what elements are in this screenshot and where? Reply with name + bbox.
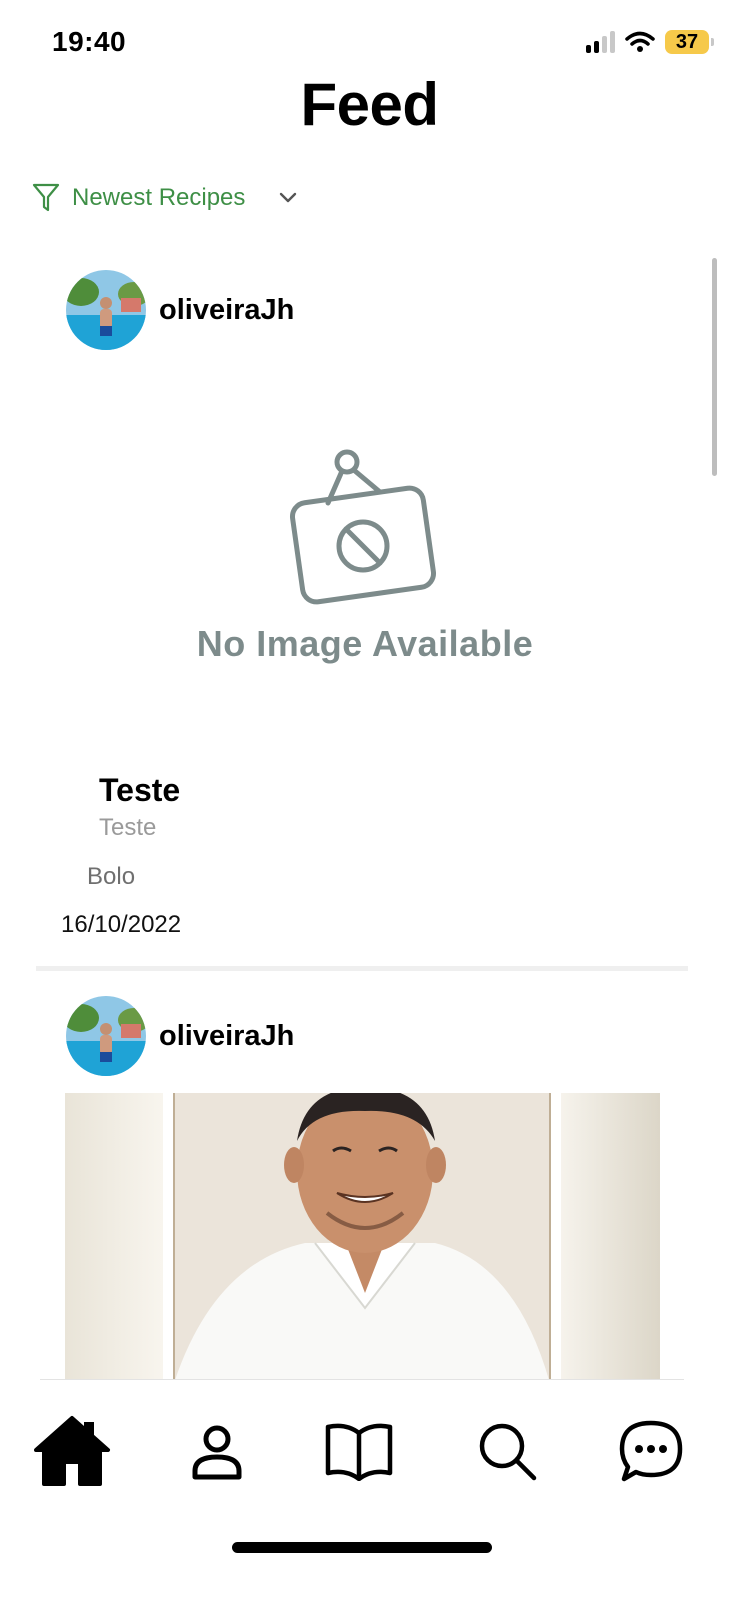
- cellular-signal-icon: [586, 31, 615, 53]
- no-image-text: No Image Available: [196, 623, 534, 664]
- tab-chat[interactable]: [606, 1406, 696, 1496]
- profile-icon: [192, 1425, 242, 1480]
- tab-profile[interactable]: [172, 1406, 262, 1496]
- search-icon: [479, 1423, 537, 1481]
- page-title: Feed: [300, 71, 439, 138]
- username[interactable]: oliveiraJh: [159, 1020, 294, 1053]
- tab-search[interactable]: [462, 1406, 552, 1496]
- post-divider: [36, 966, 688, 971]
- recipe-date: 16/10/2022: [61, 911, 182, 938]
- wifi-icon: [625, 31, 655, 52]
- home-icon: [34, 1416, 110, 1486]
- no-image-placeholder: No Image Available: [180, 445, 550, 685]
- post-author[interactable]: oliveiraJh: [66, 996, 294, 1076]
- tab-bar: [0, 1406, 739, 1496]
- post-author[interactable]: oliveiraJh: [66, 270, 294, 350]
- avatar[interactable]: [66, 270, 146, 350]
- recipe-filter-dropdown[interactable]: Newest Recipes: [32, 183, 297, 213]
- scrollbar[interactable]: [712, 258, 717, 476]
- recipe-title[interactable]: Teste: [99, 772, 180, 809]
- home-indicator[interactable]: [232, 1542, 492, 1553]
- recipe-photo[interactable]: [65, 1093, 660, 1380]
- book-icon: [325, 1423, 393, 1481]
- no-image-icon: [289, 449, 437, 605]
- filter-label: Newest Recipes: [72, 184, 246, 211]
- battery-icon: 37: [665, 30, 714, 54]
- chat-icon: [619, 1420, 683, 1482]
- tab-home[interactable]: [27, 1406, 117, 1496]
- recipe-category: Bolo: [87, 863, 136, 890]
- tab-recipes[interactable]: [314, 1406, 404, 1496]
- avatar[interactable]: [66, 996, 146, 1076]
- status-indicators: 37: [586, 30, 714, 54]
- screen: 19:40 37 Feed Newest Recipes oliveiraJh …: [0, 0, 739, 1600]
- filter-icon: [32, 183, 60, 212]
- battery-level: 37: [675, 30, 699, 53]
- recipe-description: Teste: [99, 814, 157, 841]
- chevron-down-icon: [279, 192, 297, 204]
- tabbar-divider: [40, 1379, 684, 1380]
- status-time: 19:40: [52, 26, 127, 57]
- username[interactable]: oliveiraJh: [159, 294, 294, 327]
